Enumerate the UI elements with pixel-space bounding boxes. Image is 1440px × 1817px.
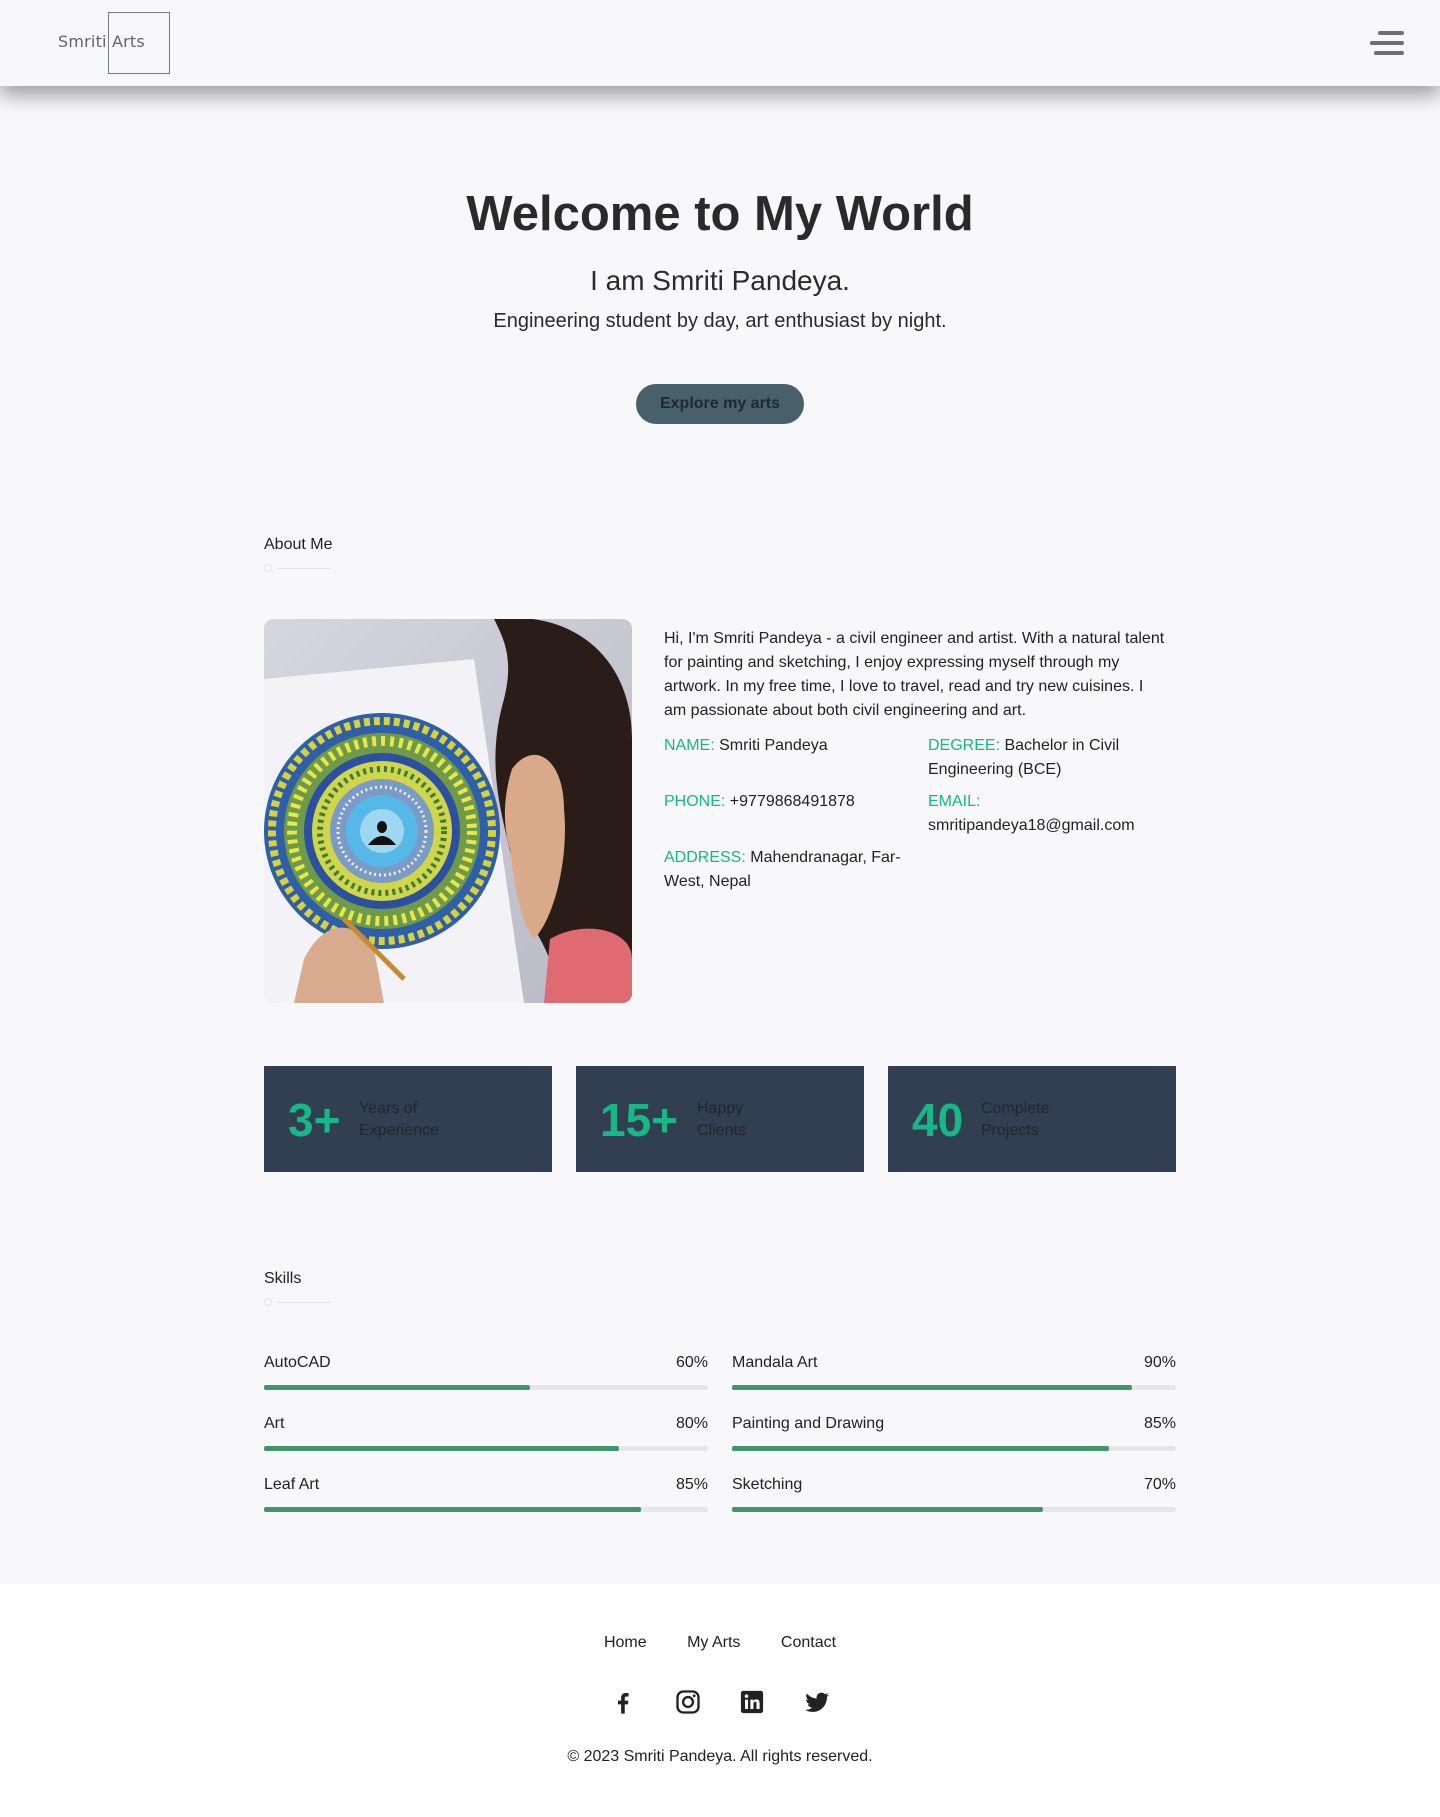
- skill-percent: 70%: [1143, 1476, 1176, 1493]
- heading-underline: [264, 1298, 330, 1306]
- footer-link-contact[interactable]: Contact: [781, 1634, 836, 1651]
- skills-heading-label: Skills: [264, 1270, 302, 1287]
- info-name-value: Smriti Pandeya: [719, 737, 828, 754]
- stat-card-clients: 15+ Happy Clients: [576, 1066, 864, 1172]
- skill-progress-bar: [732, 1385, 1176, 1390]
- stat-number: 15+: [600, 1094, 679, 1146]
- artist-photo: [264, 619, 632, 1003]
- info-email-label: EMAIL:: [928, 793, 981, 810]
- footer-nav: Home My Arts Contact: [0, 1634, 1440, 1652]
- social-links: [0, 1688, 1440, 1721]
- skill-percent: 80%: [675, 1415, 708, 1432]
- info-address-label: ADDRESS:: [664, 849, 746, 866]
- stat-number: 3+: [288, 1094, 341, 1146]
- info-name-label: NAME:: [664, 737, 715, 754]
- hero-subtitle: I am Smriti Pandeya.: [590, 265, 850, 296]
- skill-progress-bar: [264, 1446, 708, 1451]
- skill-percent: 60%: [675, 1354, 708, 1371]
- footer-link-my-arts[interactable]: My Arts: [687, 1634, 740, 1651]
- explore-arts-button[interactable]: Explore my arts: [636, 384, 804, 424]
- info-name: NAME: Smriti Pandeya: [664, 734, 924, 758]
- skill-name: Art: [264, 1415, 285, 1432]
- site-header: Smriti Arts: [0, 0, 1440, 86]
- skill-name: Leaf Art: [264, 1476, 320, 1493]
- about-section-heading: About Me: [264, 536, 332, 572]
- info-phone-value: +9779868491878: [729, 793, 855, 810]
- skill-art: Art 80%: [264, 1415, 708, 1455]
- info-degree-label: DEGREE:: [928, 737, 1001, 754]
- skill-progress-bar: [264, 1385, 708, 1390]
- skill-painting-drawing: Painting and Drawing 85%: [732, 1415, 1176, 1455]
- skill-name: Mandala Art: [732, 1354, 818, 1371]
- stat-label: Years of Experience: [359, 1100, 440, 1139]
- skill-mandala-art: Mandala Art 90%: [732, 1354, 1176, 1394]
- info-phone: PHONE: +9779868491878: [664, 790, 924, 814]
- stat-label: Happy Clients: [697, 1100, 746, 1139]
- info-address: ADDRESS: Mahendranagar, Far-West, Nepal: [664, 846, 914, 894]
- twitter-icon[interactable]: [803, 1688, 831, 1716]
- skill-name: AutoCAD: [264, 1354, 331, 1371]
- skill-progress-bar: [264, 1507, 708, 1512]
- skill-progress-bar: [732, 1446, 1176, 1451]
- skill-leaf-art: Leaf Art 85%: [264, 1476, 708, 1516]
- info-degree: DEGREE: Bachelor in Civil Engineering (B…: [928, 734, 1138, 782]
- copyright-text: © 2023 Smriti Pandeya. All rights reserv…: [567, 1748, 873, 1765]
- site-footer: Home My Arts Contact © 2023 Smriti Pande…: [0, 1584, 1440, 1817]
- info-email: EMAIL: smritipandeya18@gmail.com: [928, 790, 1168, 838]
- skill-name: Painting and Drawing: [732, 1415, 885, 1432]
- hero-tagline: Engineering student by day, art enthusia…: [493, 310, 947, 332]
- about-bio: Hi, I'm Smriti Pandeya - a civil enginee…: [664, 630, 1165, 719]
- skill-percent: 90%: [1143, 1354, 1176, 1371]
- skill-name: Sketching: [732, 1476, 803, 1493]
- info-phone-label: PHONE:: [664, 793, 726, 810]
- hero-title: Welcome to My World: [466, 187, 974, 241]
- heading-underline: [264, 564, 330, 572]
- about-heading-label: About Me: [264, 536, 333, 553]
- stat-label: Complete Projects: [981, 1100, 1050, 1139]
- stat-number: 40: [912, 1094, 964, 1146]
- skills-section-heading: Skills: [264, 1270, 330, 1306]
- skill-sketching: Sketching 70%: [732, 1476, 1176, 1516]
- logo[interactable]: Smriti Arts: [58, 12, 170, 74]
- instagram-icon[interactable]: [674, 1688, 702, 1716]
- logo-text: Smriti Arts: [58, 32, 145, 51]
- skill-percent: 85%: [1143, 1415, 1176, 1432]
- skill-autocad: AutoCAD 60%: [264, 1354, 708, 1394]
- linkedin-icon[interactable]: [738, 1688, 766, 1716]
- footer-link-home[interactable]: Home: [604, 1634, 647, 1651]
- skill-percent: 85%: [675, 1476, 708, 1493]
- stat-card-projects: 40 Complete Projects: [888, 1066, 1176, 1172]
- info-email-value[interactable]: smritipandeya18@gmail.com: [928, 817, 1135, 834]
- skill-progress-bar: [732, 1507, 1176, 1512]
- stat-card-experience: 3+ Years of Experience: [264, 1066, 552, 1172]
- hamburger-menu-icon[interactable]: [1368, 28, 1404, 58]
- facebook-icon[interactable]: [609, 1688, 637, 1716]
